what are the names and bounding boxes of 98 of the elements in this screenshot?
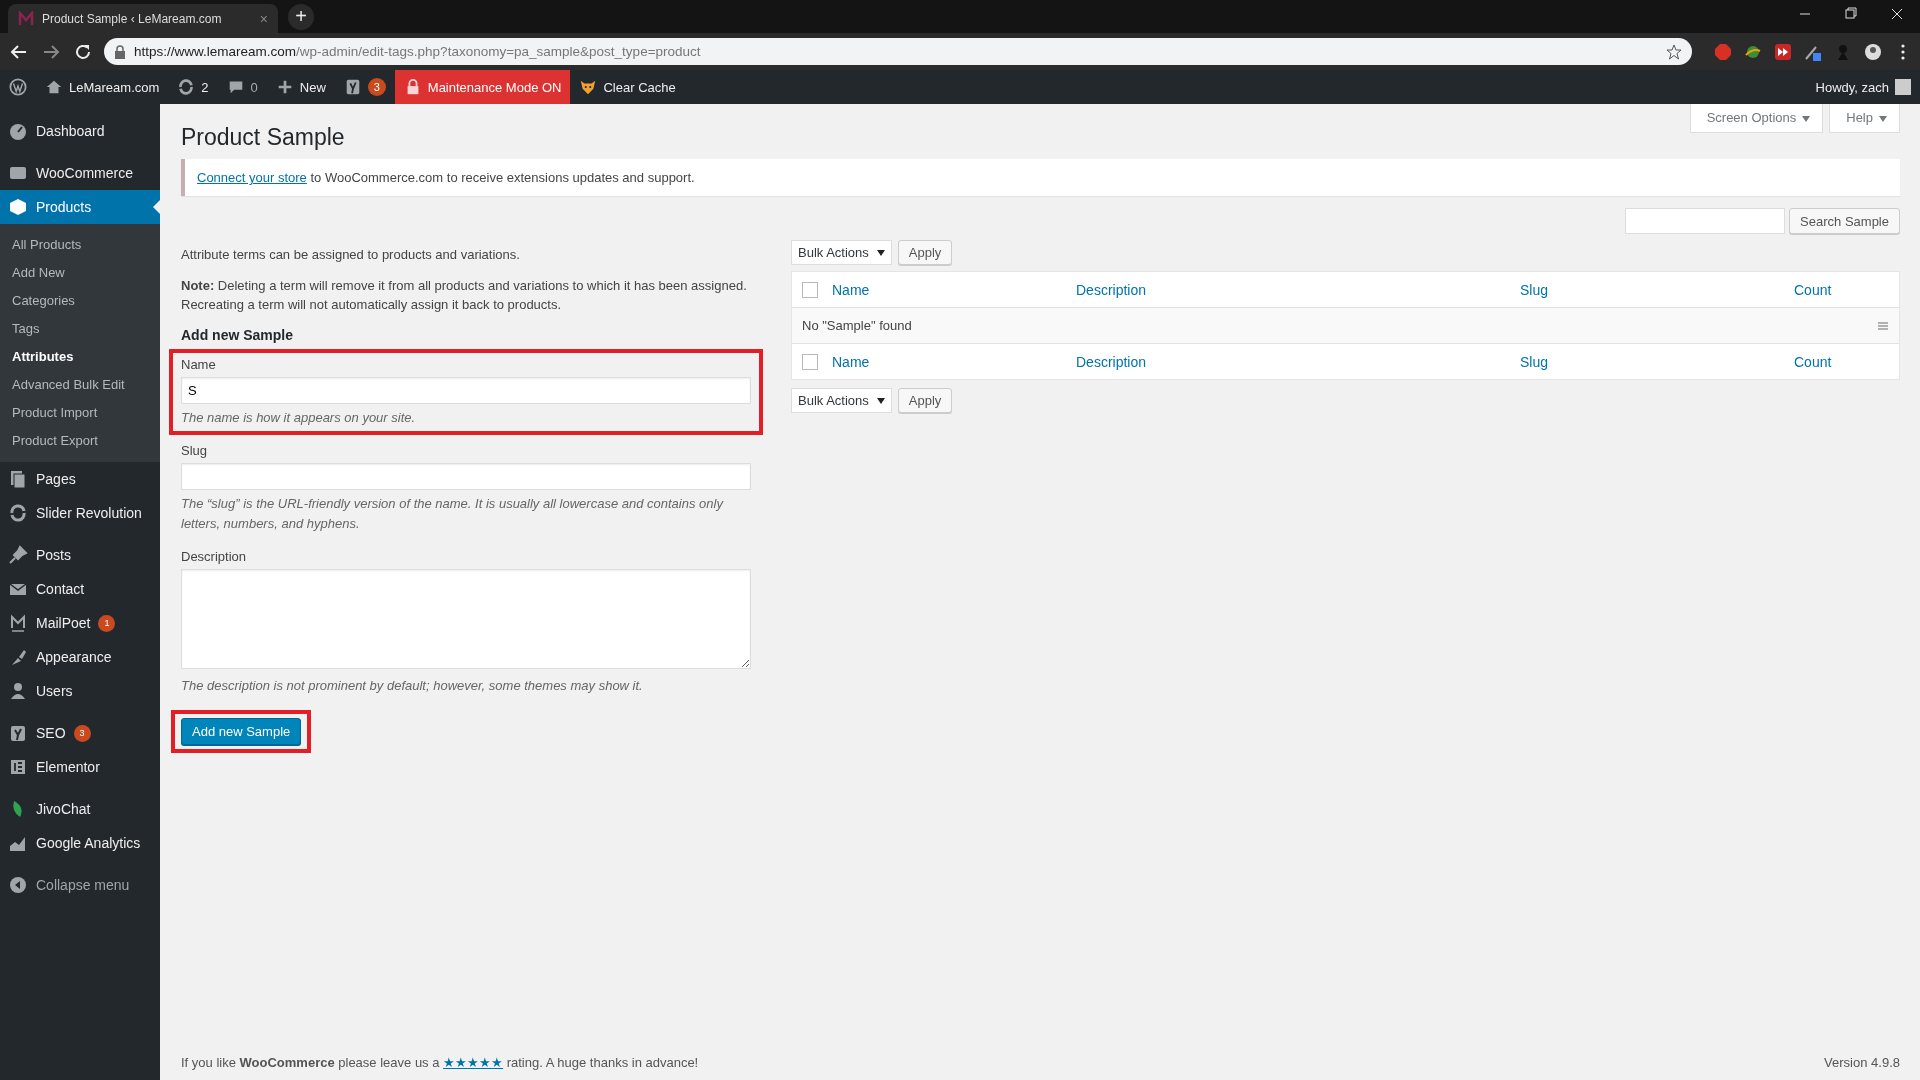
search-field[interactable] (1625, 208, 1786, 234)
profile-avatar-icon[interactable] (1864, 42, 1882, 61)
refresh-icon (177, 78, 196, 96)
apply-button[interactable]: Apply (897, 240, 953, 265)
intro-text: Attribute terms can be assigned to products and variations. (181, 246, 521, 264)
sidebar-item[interactable]: Pages (0, 462, 160, 496)
lock-icon (114, 44, 126, 59)
submenu-item[interactable]: Categories (0, 286, 160, 314)
submenu-item[interactable]: Attributes (0, 342, 160, 370)
browser-tab[interactable]: Product Sample ‹ LeMaream.com × (8, 4, 278, 33)
form-heading: Add new Sample (181, 326, 295, 343)
column-header[interactable]: Count (1794, 353, 1899, 370)
sidebar-item[interactable]: WooCommerce (0, 156, 160, 190)
new-link[interactable]: New (266, 70, 335, 104)
field-hint: The name is how it appears on your site. (181, 408, 417, 427)
count-badge: 3 (367, 78, 386, 96)
empty-message: No "Sample" found (802, 318, 912, 333)
sidebar-item[interactable]: Products (0, 190, 160, 224)
column-header[interactable]: Count (1794, 281, 1899, 298)
notice-message: Connect your store to WooCommerce.com to receive extensions updates and support. (181, 159, 1900, 196)
submenu-item[interactable]: Add New (0, 258, 160, 286)
clear-cache-link[interactable]: Clear Cache (570, 70, 685, 104)
count-badge: 1 (98, 614, 116, 632)
submenu-item[interactable]: All Products (0, 230, 160, 258)
field-hint: The description is not prominent by default; however, some themes may show it. (181, 677, 644, 696)
sidebar-item[interactable]: MailPoet 1 (0, 606, 160, 640)
updates-link[interactable]: 2 (168, 70, 218, 104)
submenu-item[interactable]: Product Import (0, 398, 160, 426)
comments-link[interactable]: 0 (217, 70, 267, 104)
note-text: Note: Deleting a term will remove it from all products and variations to which it has been assigned. Recreating a term will not automatically assign it back to products. (181, 276, 748, 314)
pin-icon (8, 545, 28, 565)
column-header[interactable]: Name (832, 353, 1076, 370)
home-icon (45, 78, 63, 96)
star-icon[interactable] (1666, 43, 1682, 60)
sidebar-item[interactable]: Slider Revolution (0, 496, 160, 530)
site-link[interactable]: LeMaream.com (36, 70, 169, 104)
address-bar[interactable]: https://www.lemaream.com/wp-admin/edit-tags.php?taxonomy=pa_sample&post_type=product (104, 38, 1692, 65)
column-header[interactable]: Name (832, 281, 1076, 298)
caret-icon (1879, 116, 1887, 122)
rating-stars-link[interactable]: ★★★★★ (443, 1055, 504, 1070)
add-new-sample-button[interactable]: Add new Sample (181, 717, 302, 745)
textarea-field[interactable] (181, 569, 751, 670)
help-button[interactable]: Help (1829, 104, 1900, 133)
screen-options-button[interactable]: Screen Options (1689, 104, 1824, 133)
letter-e-icon (8, 757, 28, 777)
cube-icon (8, 197, 28, 217)
submenu-item[interactable]: Tags (0, 314, 160, 342)
refresh-icon (8, 503, 28, 523)
tab-close-button[interactable]: × (259, 10, 268, 27)
search-button[interactable]: Search Sample (1789, 208, 1900, 234)
sidebar-item[interactable]: Appearance (0, 640, 160, 674)
maintenance-mode-link[interactable]: Maintenance Mode ON (394, 70, 571, 104)
fast-forward-icon[interactable] (1774, 42, 1792, 61)
caret-icon (876, 249, 885, 256)
field-hint: The “slug” is the URL-friendly version of the name. It is usually all lowercase and contains only letters, numbers, and hyphens. (181, 495, 725, 533)
sidebar-item[interactable]: Users (0, 674, 160, 708)
submenu-item[interactable]: Advanced Bulk Edit (0, 370, 160, 398)
account-link[interactable]: Howdy, zach (1806, 70, 1920, 104)
sidebar-item[interactable]: JivoChat (0, 792, 160, 826)
apply-button[interactable]: Apply (897, 388, 953, 413)
collapse-menu-button[interactable]: Collapse menu (0, 868, 160, 902)
letter-y-icon (8, 723, 28, 743)
wordpress-logo-icon[interactable] (9, 78, 27, 96)
count-badge: 3 (73, 724, 91, 742)
submenu-item[interactable]: Product Export (0, 426, 160, 454)
caret-icon (1802, 116, 1811, 122)
text-field[interactable]: S (181, 376, 751, 404)
sidebar-item[interactable]: Google Analytics (0, 826, 160, 860)
field-label: Description (181, 549, 248, 565)
letter-m-icon (8, 613, 28, 633)
page-title: Product Sample (181, 124, 346, 151)
text-field[interactable] (181, 463, 751, 491)
column-header[interactable]: Slug (1520, 281, 1794, 298)
field-label: Name (181, 356, 217, 372)
new-tab-button[interactable]: + (288, 3, 314, 30)
column-header[interactable]: Slug (1520, 353, 1794, 370)
connect-store-link[interactable]: Connect your store (197, 170, 307, 185)
sidebar-item[interactable]: Elementor (0, 750, 160, 784)
checkbox[interactable] (802, 353, 818, 370)
sidebar-item[interactable]: Contact (0, 572, 160, 606)
dashboard-icon (8, 121, 28, 141)
caret-icon (876, 397, 885, 404)
sidebar-item[interactable]: SEO 3 (0, 716, 160, 750)
checkbox[interactable] (802, 281, 818, 298)
user-icon (8, 681, 28, 701)
sidebar-item[interactable]: Dashboard (0, 114, 160, 148)
footer-text: If you like WooCommerce please leave us a ★★★★★ rating. A huge thanks in advance! (181, 1055, 699, 1070)
version-text: Version 4.9.8 (1824, 1055, 1900, 1070)
column-header[interactable]: Description (1076, 281, 1520, 298)
letter-m-icon (18, 10, 34, 27)
pages-icon (8, 469, 28, 489)
column-header[interactable]: Description (1076, 353, 1520, 370)
bulk-actions-dropdown[interactable]: Bulk Actions (791, 388, 892, 413)
field-label: Slug (181, 443, 209, 459)
avatar-icon (1895, 79, 1911, 95)
bulk-actions-dropdown[interactable]: Bulk Actions (791, 240, 892, 265)
sidebar-item[interactable]: Posts (0, 538, 160, 572)
tab-title: Product Sample ‹ LeMaream.com (42, 11, 223, 26)
